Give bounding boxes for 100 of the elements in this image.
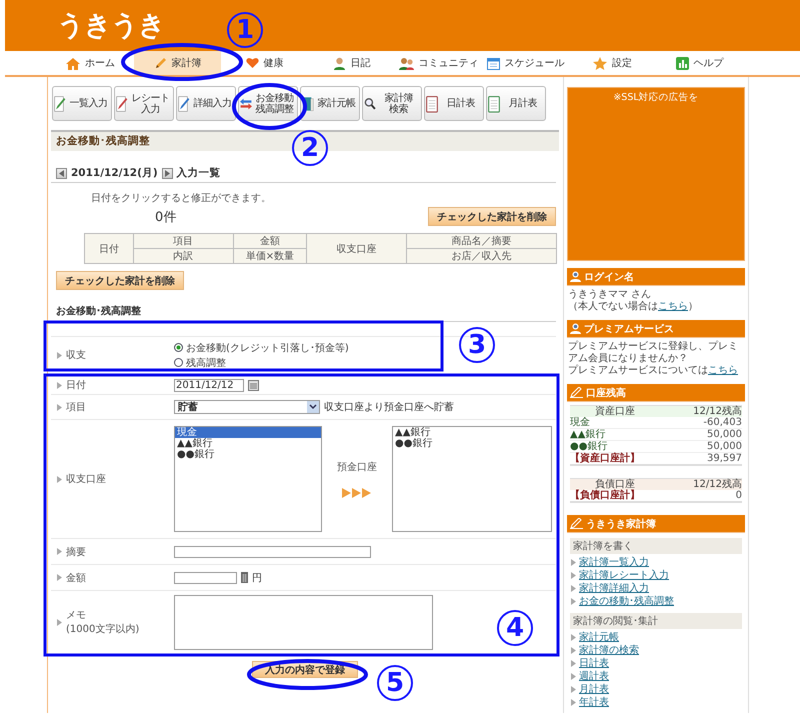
group-title: 家計簿を書く <box>570 538 742 554</box>
column-header: 収支口座 <box>306 234 407 264</box>
triangle-bullet-icon <box>571 634 576 641</box>
field-label: 摘要 <box>66 546 86 558</box>
toolbar-button[interactable]: 日計表 <box>424 86 484 121</box>
radio-button[interactable] <box>174 343 183 352</box>
field-label: 日付 <box>66 379 86 392</box>
balance-header: 資産口座 <box>595 406 635 417</box>
list-option[interactable]: ●●銀行 <box>393 438 551 449</box>
nav-tab[interactable]: 健康 <box>221 51 308 75</box>
triangle-bullet-icon <box>571 598 576 605</box>
premium-note: プレミアムサービスについてはこちら <box>568 365 739 377</box>
delete-button[interactable]: チェックした家計を削除 <box>56 271 184 290</box>
balance-amount: 50,000 <box>707 429 742 440</box>
triangle-bullet-icon <box>571 686 576 693</box>
toolbar-button[interactable]: 月計表 <box>486 86 546 121</box>
triangle-bullet-icon <box>57 548 62 555</box>
premium-link[interactable]: こちら <box>708 365 738 376</box>
account-name: ▲▲銀行 <box>570 429 606 440</box>
sidebar-link[interactable]: 家計元帳 <box>579 631 619 644</box>
balance-amount: 39,597 <box>707 453 742 464</box>
list-option[interactable]: ▲▲銀行 <box>175 438 321 449</box>
premium-text: プレミアムサービスに登録し、プレミアム会員になりませんか？ <box>568 341 739 364</box>
nav-tab[interactable]: コミュニティ <box>395 51 482 75</box>
login-note: （本人でない場合はこちら） <box>568 301 699 313</box>
list-option[interactable]: ▲▲銀行 <box>393 427 551 438</box>
account-listbox[interactable]: 現金 ▲▲銀行 ●●銀行 <box>174 426 322 532</box>
toolbar-button[interactable]: レシート入力 <box>114 86 174 121</box>
sidebar-link[interactable]: 年計表 <box>579 696 609 709</box>
field-label: 収支口座 <box>66 472 106 486</box>
sidebar-link[interactable]: 週計表 <box>579 670 609 683</box>
radio-label[interactable]: お金移動(クレジット引落し･預金等) <box>186 340 349 354</box>
account-listbox[interactable]: ▲▲銀行 ●●銀行 <box>392 426 552 532</box>
previous-day-button[interactable] <box>56 168 67 178</box>
column-header: 商品名／摘要 <box>406 234 556 248</box>
amount-field[interactable] <box>174 572 237 584</box>
next-day-button[interactable] <box>162 168 173 178</box>
sidebar-link[interactable]: 家計簿詳細入力 <box>579 582 649 595</box>
column-header: 金額 <box>233 234 307 248</box>
form-heading: お金移動･残高調整 <box>51 304 556 322</box>
nav-tab[interactable]: 設定 <box>569 51 656 75</box>
column-header: 項目 <box>133 234 234 248</box>
step-marker: 1 <box>227 12 263 48</box>
sidebar-link[interactable]: 日計表 <box>579 657 609 670</box>
nav-tab[interactable]: 日記 <box>308 51 395 75</box>
toolbar-button[interactable]: 一覧入力 <box>52 86 112 121</box>
sidebar-link[interactable]: 家計簿レシート入力 <box>579 569 669 582</box>
list-title: 入力一覧 <box>176 166 221 180</box>
list-option[interactable]: ●●銀行 <box>175 449 321 460</box>
triangle-bullet-icon <box>571 647 576 654</box>
triangle-bullet-icon <box>57 618 62 626</box>
triangle-bullet-icon <box>57 404 62 410</box>
date-field[interactable]: 2011/12/12 <box>174 378 244 392</box>
calculator-icon <box>241 572 248 583</box>
toolbar-button[interactable]: 家計簿 検索 <box>362 86 422 121</box>
account-name: 現金 <box>570 417 590 428</box>
unit-label: 円 <box>252 572 262 584</box>
account-name: ●●銀行 <box>570 441 608 452</box>
toolbar-button[interactable]: 詳細入力 <box>176 86 236 121</box>
panel-title: うきうき家計簿 <box>586 517 656 530</box>
step-marker: 4 <box>497 610 533 646</box>
login-link[interactable]: こちら <box>658 301 688 312</box>
nav-tab[interactable]: スケジュール <box>482 51 569 75</box>
date-label: 2011/12/12(月) <box>71 166 158 180</box>
sidebar-link[interactable]: お金の移動･残高調整 <box>579 595 674 608</box>
pencil-icon <box>154 56 166 70</box>
pen-icon <box>570 518 583 529</box>
category-dropdown[interactable]: 貯蓄 <box>174 400 320 414</box>
field-hint: (1000文字以内) <box>66 622 140 636</box>
panel-title: 口座残高 <box>586 386 626 400</box>
radio-button[interactable] <box>174 358 183 367</box>
step-marker: 5 <box>377 665 413 701</box>
right-triangle-icon <box>164 170 170 176</box>
column-header: 内訳 <box>133 248 234 264</box>
summary-field[interactable] <box>174 546 371 558</box>
nav-tab[interactable]: ホーム <box>47 51 134 75</box>
person-icon <box>570 323 581 334</box>
sidebar-link[interactable]: 月計表 <box>579 683 609 696</box>
triangle-bullet-icon <box>571 559 576 566</box>
list-option[interactable]: 現金 <box>175 427 321 438</box>
triangle-bullet-icon <box>57 476 62 482</box>
memo-field[interactable] <box>174 594 433 650</box>
delete-button[interactable]: チェックした家計を削除 <box>428 207 556 226</box>
field-label: 金額 <box>66 572 86 584</box>
balance-amount: 50,000 <box>707 441 742 452</box>
sidebar-link[interactable]: 家計簿の検索 <box>579 644 639 657</box>
person-icon <box>332 56 346 70</box>
pen-icon <box>570 387 583 398</box>
radio-label[interactable]: 残高調整 <box>186 356 226 370</box>
sidebar-link[interactable]: 家計簿一覧入力 <box>579 556 649 569</box>
balance-amount: 0 <box>736 490 742 501</box>
field-label: 預金口座 <box>337 460 377 474</box>
caret-icon <box>307 401 319 413</box>
nav-tab[interactable]: ヘルプ <box>656 51 743 75</box>
left-triangle-icon <box>59 170 64 176</box>
nav-tab[interactable]: 家計簿 <box>134 51 221 75</box>
chart-icon <box>676 56 688 70</box>
heart-icon <box>246 57 258 69</box>
total-label: 【資産口座計】 <box>570 453 640 464</box>
toolbar-button[interactable]: 家計元帳 <box>300 86 360 121</box>
